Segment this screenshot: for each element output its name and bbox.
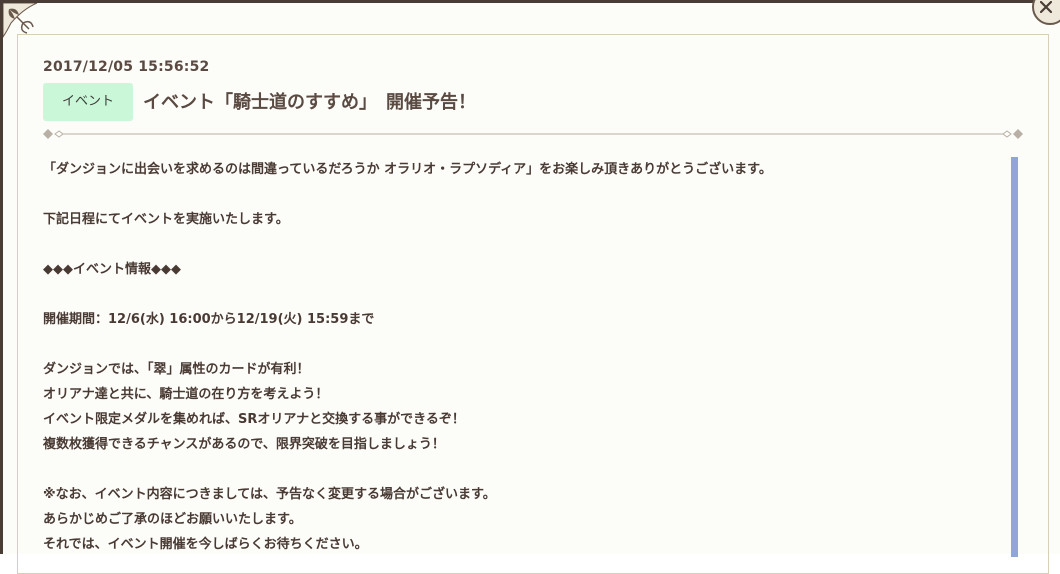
fleur-de-lis-corner-icon xyxy=(3,3,38,38)
body-line xyxy=(43,232,1003,257)
body-line: ◆◆◆イベント情報◆◆◆ xyxy=(43,262,181,277)
ornament-divider xyxy=(43,129,1023,139)
body-line: 複数枚獲得できるチャンスがあるので、限界突破を目指しましょう！ xyxy=(43,437,445,452)
body-line: 下記日程にてイベントを実施いたします。 xyxy=(43,212,289,227)
category-badge: イベント xyxy=(43,83,133,121)
close-button[interactable] xyxy=(1032,0,1060,25)
body-line: 開催期間：12/6(水) 16:00から12/19(火) 15:59まで xyxy=(43,312,375,327)
body-line xyxy=(43,332,1003,357)
notice-window: 2017/12/05 15:56:52 イベント イベント「騎士道のすすめ」 開… xyxy=(0,0,1060,574)
body-line: オリアナ達と共に、騎士道の在り方を考えよう！ xyxy=(43,387,329,402)
body-line xyxy=(43,282,1003,307)
body-line: あらかじめご了承のほどお願いいたします。 xyxy=(43,512,302,527)
notice-title: イベント「騎士道のすすめ」 開催予告！ xyxy=(143,92,476,113)
body-line: イベント限定メダルを集めれば、SRオリアナと交換する事ができるぞ！ xyxy=(43,412,465,427)
body-line xyxy=(43,182,1003,207)
close-icon xyxy=(1040,1,1052,13)
scrollbar[interactable] xyxy=(1011,157,1018,557)
notice-body: 「ダンジョンに出会いを求めるのは間違っているだろうか オラリオ・ラプソディア」を… xyxy=(43,157,1003,557)
body-line: 「ダンジョンに出会いを求めるのは間違っているだろうか オラリオ・ラプソディア」を… xyxy=(43,162,772,177)
body-line xyxy=(43,457,1003,482)
body-line: それでは、イベント開催を今しばらくお待ちください。 xyxy=(43,537,368,552)
notice-timestamp: 2017/12/05 15:56:52 xyxy=(43,59,210,75)
body-line: ダンジョンでは、「翠」属性のカードが有利！ xyxy=(43,362,310,377)
body-line: ※なお、イベント内容につきましては、予告なく変更する場合がございます。 xyxy=(43,487,496,502)
